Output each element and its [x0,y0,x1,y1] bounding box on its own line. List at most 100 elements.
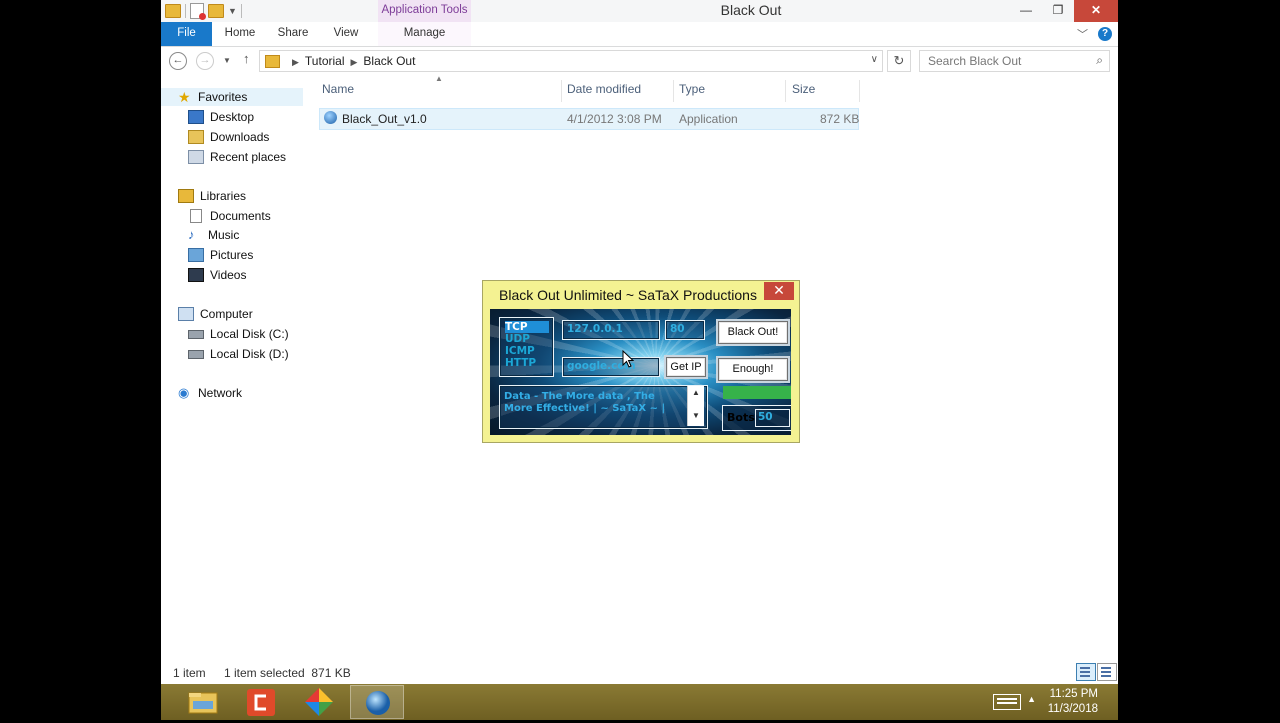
divider [785,80,786,102]
nav-computer[interactable]: Computer [178,305,253,323]
show-hidden-icons-icon[interactable]: ▲ [1027,694,1036,704]
refresh-button[interactable]: ↻ [887,50,911,72]
taskbar-app-pinwheel[interactable] [292,685,346,719]
protocol-udp[interactable]: UDP [505,333,530,345]
clock-time: 11:25 PM [1049,688,1098,700]
host-field[interactable]: google.com [562,357,660,377]
nav-label: Local Disk (D:) [210,347,289,361]
scroll-down-icon[interactable]: ▼ [688,411,704,420]
nav-network[interactable]: ◉ Network [178,384,242,402]
minimize-button[interactable]: — [1010,0,1042,22]
address-bar[interactable]: ▶ Tutorial ▶ Black Out ∨ [259,50,883,72]
get-ip-button[interactable]: Get IP [666,357,706,377]
context-tab-application-tools[interactable]: Application Tools [378,0,471,24]
title-bar: ▼ Application Tools Black Out — ❐ ✕ [161,0,1118,24]
black-out-button[interactable]: Black Out! [718,321,788,344]
folder-icon[interactable] [165,4,181,18]
data-text: Data - The More data , The More Effectiv… [504,391,666,414]
breadcrumb-arrow-icon: ▶ [292,57,299,67]
nav-libraries[interactable]: Libraries [178,187,246,205]
forward-button[interactable]: → [196,52,214,70]
back-button[interactable]: ← [169,52,187,70]
documents-icon [190,209,202,223]
tab-file[interactable]: File [161,22,212,46]
nav-favorites[interactable]: ★ Favorites [161,88,303,106]
clock-date: 11/3/2018 [1047,703,1098,715]
tab-share[interactable]: Share [271,22,315,46]
taskbar-file-explorer[interactable] [176,685,230,719]
attack-progress-bar [723,386,791,399]
nav-documents[interactable]: Documents [188,207,271,225]
keyboard-icon[interactable] [993,694,1021,710]
chevron-down-icon[interactable]: ▼ [228,6,237,16]
close-button[interactable]: ✕ [1074,0,1118,22]
help-icon[interactable]: ? [1098,27,1112,41]
nav-label: Computer [200,307,253,321]
file-size: 872 KB [820,112,860,126]
search-icon[interactable]: ⌕ [1096,53,1103,68]
videos-icon [188,268,204,282]
divider [240,4,242,18]
column-header-date-modified[interactable]: Date modified [567,82,641,100]
scroll-up-icon[interactable]: ▲ [688,388,704,397]
mouse-cursor-icon [622,350,634,368]
data-scrollbar[interactable]: ▲ ▼ [687,386,704,426]
chevron-down-icon[interactable]: ∨ [871,54,878,65]
nav-videos[interactable]: Videos [188,266,246,284]
restore-button[interactable]: ❐ [1042,0,1074,22]
taskbar: ▲ 11:25 PM 11/3/2018 [161,684,1118,720]
nav-label: Downloads [210,130,270,144]
taskbar-camtasia[interactable] [234,685,288,719]
nav-music[interactable]: ♪ Music [188,226,239,244]
nav-recent-places[interactable]: Recent places [188,148,286,166]
nav-pictures[interactable]: Pictures [188,246,253,264]
drive-icon [188,349,204,359]
selection-info: 1 item selected 871 KB [224,666,351,680]
tab-home[interactable]: Home [219,22,261,46]
folder-icon [265,55,280,68]
system-clock[interactable]: 11:25 PM 11/3/2018 [1048,687,1098,717]
application-icon [324,111,337,124]
taskbar-black-out[interactable] [350,685,404,719]
nav-label: Network [198,386,243,400]
enough-button[interactable]: Enough! [718,358,788,381]
nav-local-disk-d[interactable]: Local Disk (D:) [188,345,289,363]
nav-downloads[interactable]: Downloads [188,128,269,146]
file-row[interactable]: Black_Out_v1.0 4/1/2012 3:08 PM Applicat… [319,108,859,130]
app-close-button[interactable]: ✕ [764,282,794,300]
protocol-http[interactable]: HTTP [505,357,536,369]
protocol-list[interactable]: TCP UDP ICMP HTTP [499,317,554,377]
ip-field[interactable]: 127.0.0.1 [562,320,660,340]
new-folder-icon[interactable] [208,4,224,18]
details-view-button[interactable] [1076,663,1096,681]
nav-local-disk-c[interactable]: Local Disk (C:) [188,325,289,343]
pictures-icon [188,248,204,262]
up-button[interactable]: ↑ [243,51,250,66]
tab-manage[interactable]: Manage [378,22,471,46]
nav-desktop[interactable]: Desktop [188,108,254,126]
column-header-size[interactable]: Size [792,82,815,100]
breadcrumb-black-out[interactable]: Black Out [363,54,415,68]
large-icons-view-button[interactable] [1097,663,1117,681]
drive-icon [188,329,204,339]
column-header-name[interactable]: Name [322,82,354,100]
expand-ribbon-icon[interactable]: ﹀ [1077,26,1088,42]
protocol-tcp[interactable]: TCP [505,321,549,333]
tab-view[interactable]: View [327,22,365,46]
properties-icon[interactable] [190,3,206,20]
star-icon: ★ [178,89,191,105]
search-input[interactable]: Search Black Out ⌕ [919,50,1110,72]
bots-field[interactable]: 50 [755,409,790,427]
breadcrumb-tutorial[interactable]: Tutorial [305,54,345,68]
camtasia-icon [247,689,275,716]
column-header-type[interactable]: Type [679,82,705,100]
divider [185,4,186,18]
recent-locations-chevron-icon[interactable]: ▼ [223,56,231,65]
nav-label: Pictures [210,248,254,262]
nav-label: Favorites [198,90,248,104]
status-bar: 1 item 1 item selected 871 KB [161,662,1118,684]
protocol-icmp[interactable]: ICMP [505,345,535,357]
nav-label: Desktop [210,110,255,124]
port-field[interactable]: 80 [665,320,705,340]
pinwheel-icon [305,688,333,716]
